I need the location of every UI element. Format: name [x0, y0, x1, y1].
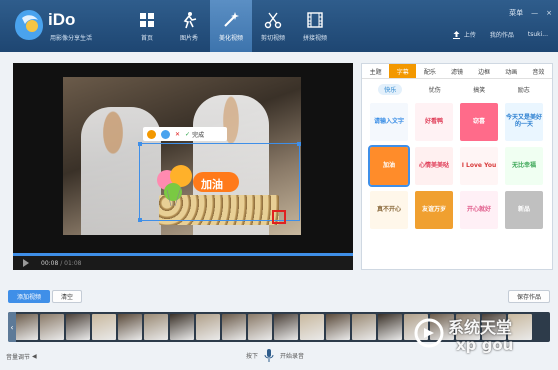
sticker-thumb[interactable]: 请输入文字: [370, 103, 408, 141]
sticker-thumb[interactable]: 新品: [505, 191, 543, 229]
sticker-thumb[interactable]: 友谊万岁: [415, 191, 453, 229]
nav-merge-video[interactable]: 拼接视频: [294, 0, 336, 52]
grid-icon: [140, 12, 154, 27]
person-icon: [183, 11, 197, 28]
sticker-thumb[interactable]: 开心就好: [460, 191, 498, 229]
sticker-thumb[interactable]: I Love You: [460, 147, 498, 185]
volume-control[interactable]: 音量调节 ◀: [6, 352, 37, 361]
sticker-thumb[interactable]: 真不开心: [370, 191, 408, 229]
sticker-categories: 快乐 忧伤 搞笑 励志: [362, 79, 552, 97]
tab-animation[interactable]: 动画: [498, 64, 525, 78]
tab-theme[interactable]: 主题: [362, 64, 389, 78]
clear-button[interactable]: 清空: [52, 290, 83, 303]
film-icon: [307, 11, 323, 28]
sticker-style-icon[interactable]: [161, 129, 170, 139]
sticker-thumb[interactable]: 好看鸭: [415, 103, 453, 141]
upload-button[interactable]: 上传: [452, 30, 476, 39]
record-control: 按下 开始录音: [246, 349, 304, 362]
watermark-logo-icon: [414, 318, 444, 348]
timeline-frame[interactable]: [248, 314, 272, 340]
tab-filter[interactable]: 滤镜: [443, 64, 470, 78]
window-controls: 菜单 — ×: [509, 8, 552, 18]
effects-panel: 主题 字幕 配乐 滤镜 边框 动画 音效 快乐 忧伤 搞笑 励志 请输入文字 好看…: [361, 63, 553, 270]
timeline-frame[interactable]: [40, 314, 64, 340]
check-icon: ✓: [185, 130, 191, 138]
nav-photo-show[interactable]: 图片秀: [168, 0, 210, 52]
brand-name: iDo: [48, 10, 76, 29]
sticker-thumb[interactable]: 心情美美哒: [415, 147, 453, 185]
video-player: ✕ ✓ 完成 加油 00:08 / 01:08: [13, 63, 353, 270]
sticker-text: 加油: [201, 178, 223, 191]
category-sad[interactable]: 忧伤: [423, 84, 447, 95]
tab-border[interactable]: 边框: [471, 64, 498, 78]
sticker-color-icon[interactable]: [147, 129, 156, 139]
scissors-icon: [264, 12, 282, 28]
timeline-frame[interactable]: [352, 314, 376, 340]
magic-wand-icon: [224, 11, 239, 27]
category-inspire[interactable]: 励志: [512, 84, 536, 95]
player-controls: 00:08 / 01:08: [13, 253, 353, 270]
sticker-delete-icon[interactable]: ✕: [175, 131, 180, 138]
microphone-icon[interactable]: [264, 349, 274, 362]
action-bar: 添加视频 清空 保存作品: [8, 290, 550, 303]
tab-sound-effect[interactable]: 音效: [525, 64, 552, 78]
timeline-frame[interactable]: [92, 314, 116, 340]
start-recording-button[interactable]: 开始录音: [280, 351, 304, 360]
add-video-button[interactable]: 添加视频: [8, 290, 51, 303]
nav-home[interactable]: 首页: [126, 0, 168, 52]
timeline-frame[interactable]: [274, 314, 298, 340]
menu-button[interactable]: 菜单: [509, 8, 523, 18]
nav-beautify-video[interactable]: 美化视频: [210, 0, 252, 52]
sticker-resize-handle[interactable]: [272, 210, 286, 224]
watermark-line1: 系统天堂: [448, 318, 513, 337]
sticker-grid: 请输入文字 好看鸭 窃喜 今天又是美好的一天加油 心情美美哒 I Love You 无比幸福…: [362, 97, 552, 235]
site-watermark: 系统天堂 xp gou: [414, 310, 554, 368]
ido-logo-icon: [15, 10, 43, 40]
timeline-frame[interactable]: [300, 314, 324, 340]
minimize-button[interactable]: —: [531, 9, 538, 17]
app-header: iDo 用影像分享生活 首页 图片秀 美化视频 剪切视频 拼接视频 菜单 — ×: [0, 0, 558, 52]
timeline-frame[interactable]: [378, 314, 402, 340]
timeline-frame[interactable]: [170, 314, 194, 340]
time-readout: 00:08 / 01:08: [41, 259, 82, 267]
main-nav: 首页 图片秀 美化视频 剪切视频 拼接视频: [126, 0, 336, 52]
nav-cut-video[interactable]: 剪切视频: [252, 0, 294, 52]
sticker-thumb[interactable]: 窃喜: [460, 103, 498, 141]
username[interactable]: tsuki...: [528, 31, 548, 38]
panel-tabs: 主题 字幕 配乐 滤镜 边框 动画 音效: [362, 64, 552, 79]
timeline-frame[interactable]: [326, 314, 350, 340]
upload-icon: [452, 31, 460, 39]
sticker-thumb[interactable]: 无比幸福: [505, 147, 543, 185]
category-happy[interactable]: 快乐: [378, 84, 403, 95]
close-button[interactable]: ×: [546, 9, 552, 17]
timeline-frame[interactable]: [14, 314, 38, 340]
my-works-link[interactable]: 我的作品: [490, 30, 514, 39]
category-funny[interactable]: 搞笑: [467, 84, 491, 95]
tab-subtitle[interactable]: 字幕: [389, 64, 417, 78]
timeline-frame[interactable]: [66, 314, 90, 340]
scroll-left-icon[interactable]: ‹: [8, 312, 16, 342]
timeline-frame[interactable]: [222, 314, 246, 340]
sticker-done-button[interactable]: ✓ 完成: [185, 130, 204, 139]
sticker-thumb[interactable]: 加油: [368, 145, 410, 187]
watermark-line2: xp gou: [456, 336, 514, 354]
tab-music[interactable]: 配乐: [416, 64, 443, 78]
sticker-toolbar: ✕ ✓ 完成: [143, 127, 227, 141]
brand-slogan: 用影像分享生活: [50, 35, 93, 42]
save-work-button[interactable]: 保存作品: [507, 290, 550, 303]
play-icon[interactable]: [23, 259, 29, 267]
timeline-frame[interactable]: [196, 314, 220, 340]
sticker-thumb[interactable]: 今天又是美好的一天: [505, 103, 543, 141]
jiayou-sticker[interactable]: [153, 158, 243, 208]
timeline-frame[interactable]: [144, 314, 168, 340]
speaker-icon: ◀: [32, 353, 37, 360]
account-bar: 上传 我的作品 tsuki...: [452, 30, 548, 39]
timeline-frame[interactable]: [118, 314, 142, 340]
